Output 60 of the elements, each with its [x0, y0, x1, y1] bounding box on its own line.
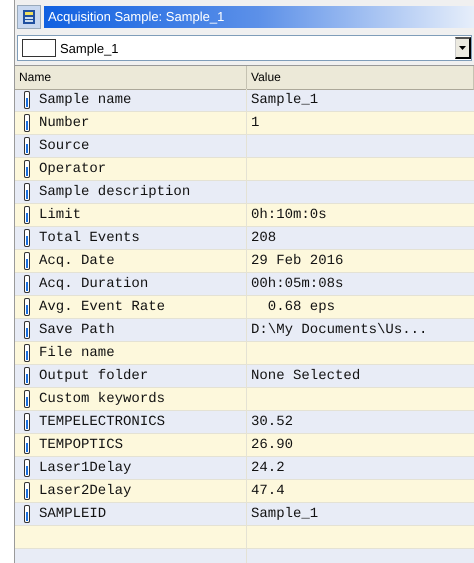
property-name: Laser1Delay — [39, 460, 132, 476]
property-name: Operator — [39, 161, 106, 177]
thermometer-icon — [24, 367, 30, 385]
thermometer-icon — [24, 436, 30, 454]
column-header[interactable]: Name — [15, 66, 247, 90]
property-value: 1 — [251, 115, 260, 131]
property-value: 30.52 — [251, 414, 294, 430]
thermometer-icon — [24, 298, 30, 316]
property-name: Acq. Duration — [39, 276, 148, 292]
thermometer-icon — [24, 482, 30, 500]
property-name: File name — [39, 345, 115, 361]
property-value: 47.4 — [251, 483, 285, 499]
property-name: Limit — [39, 207, 82, 223]
property-value: D:\My Documents\Us... — [251, 322, 428, 338]
property-name: SAMPLEID — [39, 506, 106, 522]
window-icon — [17, 5, 41, 29]
property-name: Sample description — [39, 184, 190, 200]
thermometer-icon — [24, 459, 30, 477]
thermometer-icon — [24, 160, 30, 178]
dropdown-arrow-button[interactable] — [455, 37, 471, 59]
window-title: Acquisition Sample: Sample_1 — [44, 6, 474, 28]
thermometer-icon — [24, 229, 30, 247]
thermometer-icon — [24, 390, 30, 408]
sample-dropdown[interactable]: Sample_1 — [17, 35, 472, 61]
property-value: 00h:05m:08s — [251, 276, 344, 292]
property-name: TEMPELECTRONICS — [39, 414, 166, 430]
property-value: 0h:10m:0s — [251, 207, 327, 223]
property-value: 0.68 eps — [266, 299, 336, 315]
thermometer-icon — [24, 505, 30, 523]
property-name: Number — [39, 115, 90, 131]
column-header[interactable]: Value — [247, 66, 474, 90]
thermometer-icon — [24, 344, 30, 362]
property-value: 208 — [251, 230, 276, 246]
property-name: Acq. Date — [39, 253, 115, 269]
property-name: Laser2Delay — [39, 483, 132, 499]
thermometer-icon — [24, 91, 30, 109]
property-value: Sample_1 — [251, 92, 318, 108]
thermometer-icon — [24, 252, 30, 270]
property-value: 26.90 — [251, 437, 294, 453]
thermometer-icon — [24, 275, 30, 293]
thermometer-icon — [24, 183, 30, 201]
color-swatch — [22, 39, 56, 57]
property-value: 24.2 — [251, 460, 285, 476]
property-name: Save Path — [39, 322, 115, 338]
thermometer-icon — [24, 206, 30, 224]
property-value: None Selected — [251, 368, 360, 384]
thermometer-icon — [24, 413, 30, 431]
property-name: Source — [39, 138, 90, 154]
caret-icon — [459, 46, 466, 50]
property-name: TEMPOPTICS — [39, 437, 124, 453]
thermometer-icon — [24, 114, 30, 132]
property-value: 29 Feb 2016 — [251, 253, 344, 269]
thermometer-icon — [24, 137, 30, 155]
property-name: Sample name — [39, 92, 132, 108]
property-value: Sample_1 — [251, 506, 318, 522]
property-name: Custom keywords — [39, 391, 166, 407]
property-name: Avg. Event Rate — [39, 299, 166, 315]
property-name: Total Events — [39, 230, 140, 246]
property-name: Output folder — [39, 368, 148, 384]
thermometer-icon — [24, 321, 30, 339]
